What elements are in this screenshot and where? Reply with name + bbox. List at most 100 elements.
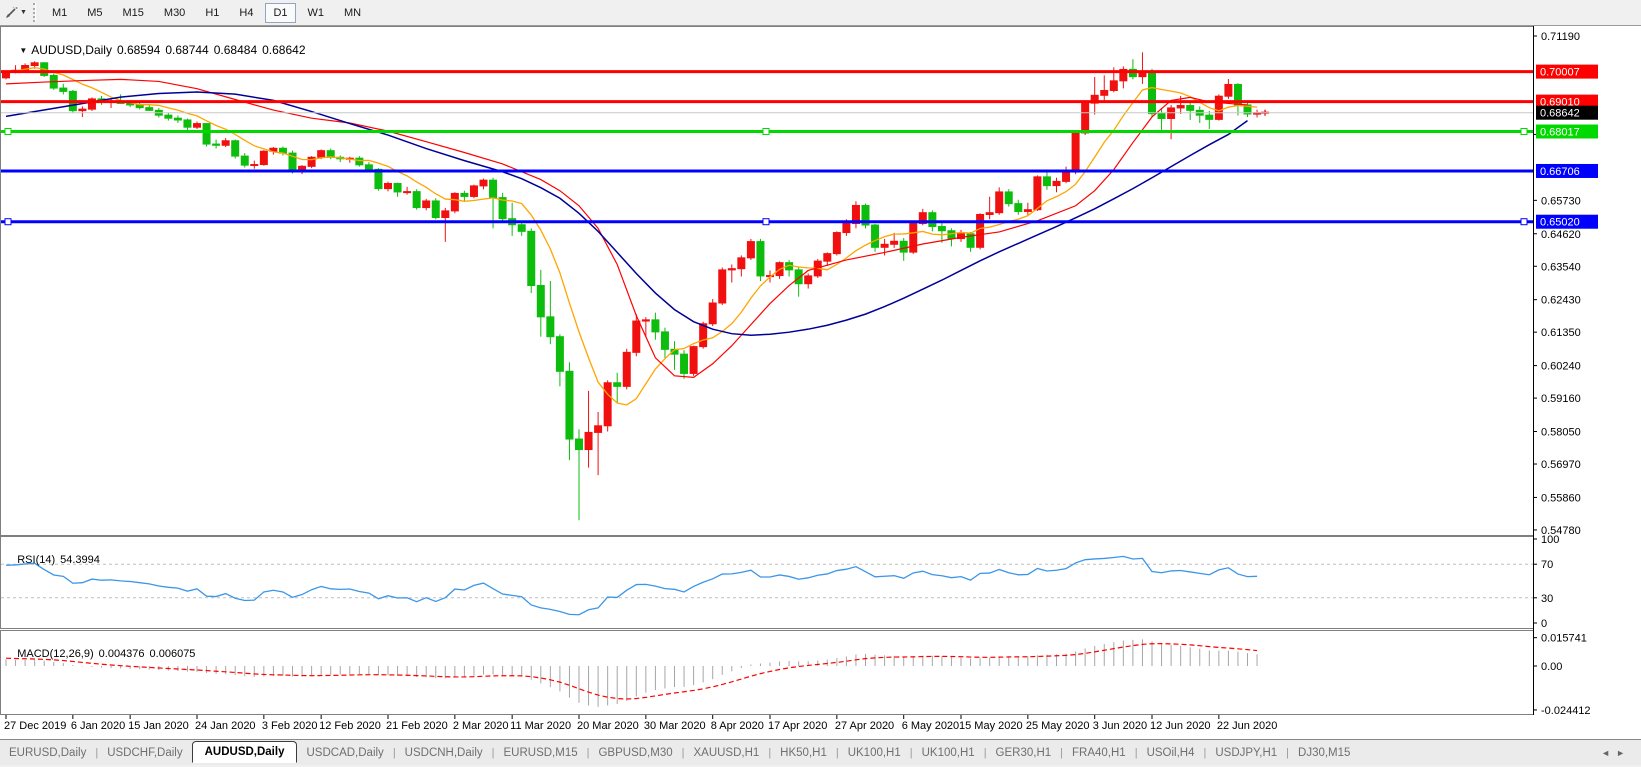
svg-text:21 Feb 2020: 21 Feb 2020 — [386, 720, 448, 732]
timeframe-button-H4[interactable]: H4 — [231, 3, 261, 23]
hline-handle[interactable] — [1521, 129, 1527, 135]
svg-text:0.71190: 0.71190 — [1541, 31, 1580, 43]
svg-text:0.55860: 0.55860 — [1541, 492, 1581, 504]
svg-text:15 Jan 2020: 15 Jan 2020 — [128, 720, 189, 732]
timeframe-button-M1[interactable]: M1 — [44, 3, 75, 23]
svg-text:25 May 2020: 25 May 2020 — [1026, 720, 1090, 732]
chart-tab-uk100-h1[interactable]: UK100,H1 — [839, 744, 910, 762]
rsi-name: RSI(14) — [17, 554, 55, 566]
svg-text:11 Mar 2020: 11 Mar 2020 — [510, 720, 571, 732]
svg-text:3 Feb 2020: 3 Feb 2020 — [262, 720, 318, 732]
chart-tab-gbpusd-m30[interactable]: GBPUSD,M30 — [589, 744, 681, 762]
svg-text:27 Dec 2019: 27 Dec 2019 — [4, 720, 66, 732]
svg-text:0.63540: 0.63540 — [1541, 261, 1581, 273]
timeframe-button-W1[interactable]: W1 — [300, 3, 333, 23]
timeframe-button-MN[interactable]: MN — [336, 3, 369, 23]
svg-text:0.58050: 0.58050 — [1541, 427, 1581, 439]
hline-handle[interactable] — [763, 219, 769, 225]
rsi-value: 54.3994 — [60, 554, 100, 566]
ohlc-high: 0.68744 — [165, 43, 208, 57]
chart-symbol: AUDUSD,Daily — [31, 43, 112, 57]
rsi-indicator-label: RSI(14) 54.3994 — [5, 542, 100, 578]
svg-text:12 Feb 2020: 12 Feb 2020 — [319, 720, 381, 732]
svg-text:12 Jun 2020: 12 Jun 2020 — [1150, 720, 1211, 732]
tab-scroll-left-icon[interactable]: ◄ — [1601, 748, 1616, 758]
svg-text:0.62430: 0.62430 — [1541, 295, 1581, 307]
chart-tab-uk100-h1[interactable]: UK100,H1 — [913, 744, 984, 762]
svg-text:0.65020: 0.65020 — [1540, 217, 1580, 229]
hline-handle[interactable] — [1521, 219, 1527, 225]
timeframe-buttons: M1M5M15M30H1H4D1W1MN — [42, 3, 371, 23]
chart-tab-eurusd-m15[interactable]: EURUSD,M15 — [494, 744, 586, 762]
chart-tab-dj30-m15[interactable]: DJ30,M15 — [1289, 744, 1359, 762]
macd-signal-value: 0.006075 — [150, 648, 196, 660]
svg-text:0: 0 — [1541, 618, 1547, 630]
chart-tab-usoil-h4[interactable]: USOil,H4 — [1138, 744, 1204, 762]
tool-dropdown-caret-icon[interactable]: ▼ — [20, 9, 27, 16]
svg-text:-0.024412: -0.024412 — [1541, 705, 1591, 717]
chart-tab-fra40-h1[interactable]: FRA40,H1 — [1063, 744, 1135, 762]
svg-text:20 Mar 2020: 20 Mar 2020 — [577, 720, 639, 732]
ohlc-low: 0.68484 — [214, 43, 257, 57]
svg-text:22 Jun 2020: 22 Jun 2020 — [1217, 720, 1278, 732]
macd-main-value: 0.004376 — [99, 648, 145, 660]
tab-scroll-arrows[interactable]: ◄► — [1601, 748, 1631, 758]
chart-title-marker-icon[interactable]: ▼ — [19, 46, 27, 55]
timeframe-button-H1[interactable]: H1 — [197, 3, 227, 23]
svg-text:0.015741: 0.015741 — [1541, 633, 1587, 645]
svg-text:0.60240: 0.60240 — [1541, 361, 1581, 373]
svg-text:30: 30 — [1541, 593, 1553, 605]
svg-text:100: 100 — [1541, 534, 1559, 546]
svg-text:30 Mar 2020: 30 Mar 2020 — [644, 720, 706, 732]
svg-text:24 Jan 2020: 24 Jan 2020 — [195, 720, 256, 732]
svg-text:0.66706: 0.66706 — [1540, 166, 1580, 178]
macd-name: MACD(12,26,9) — [17, 648, 93, 660]
svg-text:17 Apr 2020: 17 Apr 2020 — [768, 720, 827, 732]
hline-handle[interactable] — [5, 219, 11, 225]
chart-tab-audusd-daily[interactable]: AUDUSD,Daily — [192, 741, 298, 763]
chart-tab-usdcnh-daily[interactable]: USDCNH,Daily — [396, 744, 492, 762]
chart-window[interactable]: 0.711900.679200.657300.646200.635400.624… — [0, 26, 1641, 739]
svg-text:27 Apr 2020: 27 Apr 2020 — [835, 720, 894, 732]
svg-text:0.68642: 0.68642 — [1540, 108, 1580, 120]
cursor-tool-icon[interactable] — [2, 4, 20, 22]
svg-text:0.65730: 0.65730 — [1541, 195, 1581, 207]
chart-tab-eurusd-daily[interactable]: EURUSD,Daily — [0, 744, 95, 762]
svg-text:3 Jun 2020: 3 Jun 2020 — [1093, 720, 1147, 732]
tab-scroll-right-icon[interactable]: ► — [1616, 748, 1631, 758]
svg-text:0.68017: 0.68017 — [1540, 127, 1580, 139]
chart-tab-bar: EURUSD,Daily|USDCHF,DailyAUDUSD,DailyUSD… — [0, 739, 1641, 765]
chart-tab-usdchf-daily[interactable]: USDCHF,Daily — [98, 744, 191, 762]
timeframe-button-D1[interactable]: D1 — [265, 3, 295, 23]
chart-tab-hk50-h1[interactable]: HK50,H1 — [771, 744, 836, 762]
hline-handle[interactable] — [763, 129, 769, 135]
svg-text:8 Apr 2020: 8 Apr 2020 — [711, 720, 764, 732]
chart-tab-xauusd-h1[interactable]: XAUUSD,H1 — [684, 744, 768, 762]
price-chart-svg[interactable]: 0.711900.679200.657300.646200.635400.624… — [0, 26, 1641, 739]
svg-text:0.00: 0.00 — [1541, 661, 1562, 673]
svg-text:15 May 2020: 15 May 2020 — [959, 720, 1023, 732]
chart-tab-usdcad-daily[interactable]: USDCAD,Daily — [297, 744, 392, 762]
ohlc-close: 0.68642 — [262, 43, 305, 57]
svg-text:0.64620: 0.64620 — [1541, 229, 1581, 241]
svg-text:2 Mar 2020: 2 Mar 2020 — [453, 720, 509, 732]
svg-text:0.56970: 0.56970 — [1541, 459, 1581, 471]
chart-title: ▼ AUDUSD,Daily 0.68594 0.68744 0.68484 0.6864… — [6, 29, 306, 71]
cursor-tool-glyph — [4, 5, 19, 20]
timeframe-button-M5[interactable]: M5 — [79, 3, 110, 23]
chart-tab-ger30-h1[interactable]: GER30,H1 — [987, 744, 1061, 762]
svg-text:0.70007: 0.70007 — [1540, 67, 1580, 79]
toolbar-grip[interactable] — [33, 3, 36, 22]
top-toolbar: ▼ M1M5M15M30H1H4D1W1MN — [0, 0, 1641, 26]
svg-text:6 Jan 2020: 6 Jan 2020 — [71, 720, 125, 732]
svg-text:6 May 2020: 6 May 2020 — [902, 720, 959, 732]
svg-text:0.59160: 0.59160 — [1541, 393, 1581, 405]
svg-text:70: 70 — [1541, 559, 1553, 571]
timeframe-button-M30[interactable]: M30 — [156, 3, 193, 23]
svg-text:0.61350: 0.61350 — [1541, 327, 1581, 339]
ohlc-open: 0.68594 — [117, 43, 160, 57]
macd-indicator-label: MACD(12,26,9) 0.004376 0.006075 — [5, 636, 195, 672]
chart-tab-usdjpy-h1[interactable]: USDJPY,H1 — [1206, 744, 1286, 762]
timeframe-button-M15[interactable]: M15 — [115, 3, 152, 23]
hline-handle[interactable] — [5, 129, 11, 135]
